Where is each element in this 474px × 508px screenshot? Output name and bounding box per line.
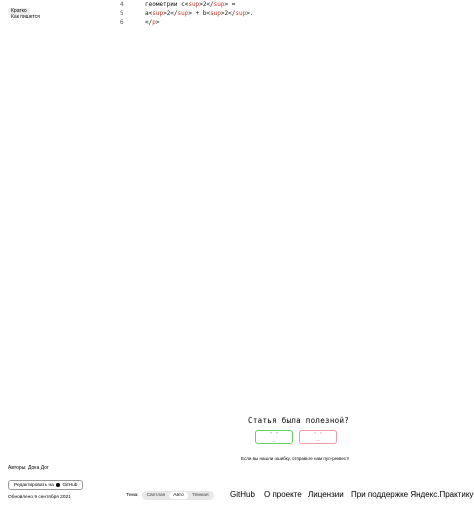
happy-face-icon: ^ ^ ‿ <box>269 432 279 443</box>
code-block: 4 геометрии c<sup>2</sup> = 5 a<sup>2</sup>… <box>120 0 253 27</box>
code-token: > <box>155 19 160 26</box>
code-line: 6 </p> <box>120 18 253 27</box>
sad-face-icon: ° ° ︵ <box>313 432 323 443</box>
updated-date: Обновлено 9 сентября 2021 <box>8 495 71 500</box>
feedback-title: Статья была полезной? <box>248 416 350 425</box>
code-tag-name: sup <box>235 10 247 17</box>
code-tag-name: sup <box>188 1 200 8</box>
code-token: геометрии c< <box>145 1 189 8</box>
code-text: геометрии c<sup>2</sup> = <box>145 0 235 9</box>
line-number: 5 <box>120 10 124 17</box>
line-number: 6 <box>120 19 124 26</box>
sidebar-link-how-written[interactable]: Как пишется <box>8 14 43 21</box>
code-tag-name: sup <box>213 1 225 8</box>
code-tag-name: sup <box>152 10 164 17</box>
theme-options: Светлая Авто Тёмная <box>141 491 214 500</box>
footer-link-licenses[interactable]: Лицензии <box>308 490 344 499</box>
code-token: >2</ <box>163 10 178 17</box>
footer-link-github[interactable]: GitHub <box>230 490 255 499</box>
theme-auto-option[interactable]: Авто <box>169 492 188 499</box>
code-token: >2</ <box>199 1 214 8</box>
edit-label-github: GitHub <box>62 483 78 488</box>
code-token: > = <box>224 1 236 8</box>
edit-label: Редактировать на <box>14 483 54 488</box>
code-token: >. <box>246 10 254 17</box>
theme-dark-option[interactable]: Тёмная <box>188 492 213 499</box>
theme-light-option[interactable]: Светлая <box>143 492 170 499</box>
code-tag-name: sup <box>177 10 189 17</box>
code-token: > + b< <box>188 10 211 17</box>
footer-link-yandex-practicum[interactable]: При поддержке Яндекс.Практикума <box>351 490 474 499</box>
footer-link-about[interactable]: О проекте <box>264 490 302 499</box>
edit-on-github-button[interactable]: Редактировать на GitHub <box>8 480 84 490</box>
code-tag-name: sup <box>210 10 221 17</box>
theme-label: Тема: <box>126 493 139 498</box>
feedback-note: Если вы нашли ошибку, отправьте нам пул-… <box>241 456 350 461</box>
code-token: >2</ <box>220 10 236 17</box>
authors: Авторы: Дока Дог <box>8 465 49 471</box>
theme-switcher: Тема: Светлая Авто Тёмная <box>126 491 214 500</box>
code-text: </p> <box>145 18 159 27</box>
code-text: a<sup>2</sup> + b<sup>2</sup>. <box>145 9 253 18</box>
line-number: 4 <box>120 1 124 8</box>
feedback-no-button[interactable]: ° ° ︵ <box>299 430 337 444</box>
feedback-yes-button[interactable]: ^ ^ ‿ <box>255 430 293 444</box>
code-line: 4 геометрии c<sup>2</sup> = <box>120 0 253 9</box>
code-line: 5 a<sup>2</sup> + b<sup>2</sup>. <box>120 9 253 18</box>
github-icon <box>56 482 61 487</box>
